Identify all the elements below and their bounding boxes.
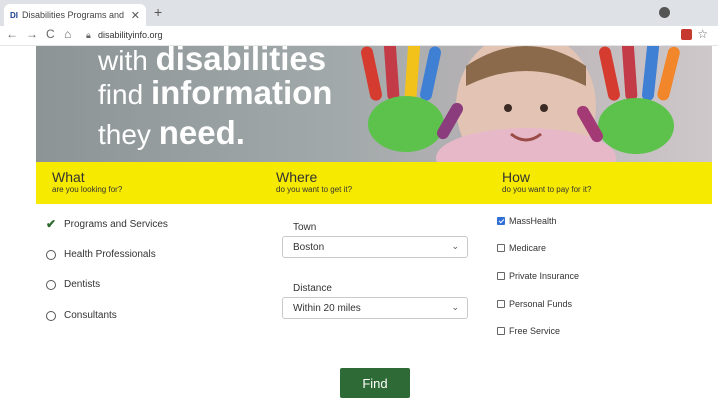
checkmark-icon: ✔ bbox=[46, 217, 57, 231]
radio-button[interactable] bbox=[46, 279, 56, 290]
checkbox-checked[interactable] bbox=[497, 217, 505, 225]
checkbox[interactable] bbox=[497, 244, 505, 252]
how-option-personal-funds[interactable]: Personal Funds bbox=[497, 299, 572, 309]
option-label: Personal Funds bbox=[509, 299, 573, 309]
back-icon[interactable]: ← bbox=[6, 27, 18, 41]
hero-text: they bbox=[98, 119, 159, 150]
distance-select[interactable]: Within 20 miles ⌄ bbox=[282, 297, 468, 319]
option-label: Programs and Services bbox=[64, 218, 168, 230]
profile-icon[interactable] bbox=[659, 7, 670, 18]
hero-text-bold: information bbox=[150, 74, 333, 111]
distance-value: Within 20 miles bbox=[293, 302, 361, 314]
bookmark-star-icon[interactable]: ☆ bbox=[697, 27, 708, 41]
hero-text-bold: need bbox=[158, 114, 236, 151]
close-icon[interactable]: ✕ bbox=[131, 9, 140, 22]
what-option-health-professionals[interactable]: Health Professionals bbox=[46, 249, 156, 260]
find-button[interactable]: Find bbox=[340, 368, 410, 398]
home-icon[interactable]: ⌂ bbox=[64, 27, 71, 41]
how-option-free-service[interactable]: Free Service bbox=[497, 326, 560, 336]
chevron-down-icon: ⌄ bbox=[451, 302, 459, 312]
option-label: Medicare bbox=[509, 243, 547, 253]
hero-text: find bbox=[98, 79, 151, 110]
site-favicon-icon: DI bbox=[10, 10, 18, 20]
reload-icon[interactable]: C bbox=[46, 27, 55, 41]
town-select[interactable]: Boston ⌄ bbox=[282, 236, 468, 258]
extension-icon[interactable] bbox=[681, 29, 692, 40]
option-label: Dentists bbox=[64, 279, 101, 290]
what-option-dentists[interactable]: Dentists bbox=[46, 279, 100, 290]
option-label: Consultants bbox=[64, 310, 117, 321]
what-header: What are you looking for? bbox=[52, 169, 123, 195]
how-header: How do you want to pay for it? bbox=[502, 169, 592, 195]
where-title: Where bbox=[276, 169, 318, 185]
town-value: Boston bbox=[293, 241, 325, 253]
checkbox[interactable] bbox=[497, 272, 505, 280]
town-label: Town bbox=[293, 222, 317, 233]
checkbox[interactable] bbox=[497, 327, 505, 335]
hero-text-period: . bbox=[235, 114, 245, 151]
option-label: Health Professionals bbox=[64, 249, 156, 260]
what-title: What bbox=[52, 169, 85, 185]
what-option-consultants[interactable]: Consultants bbox=[46, 310, 117, 321]
how-option-masshealth[interactable]: MassHealth bbox=[497, 216, 557, 226]
option-label: MassHealth bbox=[509, 216, 557, 226]
how-option-private-insurance[interactable]: Private Insurance bbox=[497, 271, 579, 281]
painted-hands-image bbox=[361, 46, 680, 162]
how-subtitle: do you want to pay for it? bbox=[502, 185, 592, 194]
forward-icon[interactable]: → bbox=[26, 27, 38, 41]
browser-tab[interactable]: DI Disabilities Programs and Services ✕ bbox=[4, 4, 146, 26]
tab-title: Disabilities Programs and Services bbox=[22, 10, 127, 20]
hero-banner: with disabilities find information they … bbox=[36, 46, 712, 162]
new-tab-icon[interactable]: + bbox=[154, 4, 162, 20]
lock-icon: 🔒︎ bbox=[86, 30, 91, 40]
distance-label: Distance bbox=[293, 283, 332, 294]
what-option-programs-services[interactable]: ✔ Programs and Services bbox=[46, 217, 168, 231]
radio-button[interactable] bbox=[46, 249, 56, 260]
how-option-medicare[interactable]: Medicare bbox=[497, 243, 546, 253]
search-criteria-band: What are you looking for? Where do you w… bbox=[36, 162, 712, 204]
chevron-down-icon: ⌄ bbox=[451, 241, 459, 251]
hero-text-bold: disabilities bbox=[155, 46, 327, 77]
where-header: Where do you want to get it? bbox=[276, 169, 353, 195]
hero-text: with bbox=[98, 46, 156, 76]
checkbox[interactable] bbox=[497, 300, 505, 308]
option-label: Free Service bbox=[509, 326, 561, 336]
radio-button[interactable] bbox=[46, 310, 56, 321]
how-title: How bbox=[502, 169, 531, 185]
where-subtitle: do you want to get it? bbox=[276, 185, 353, 194]
hero-line-2: find information bbox=[98, 74, 332, 112]
option-label: Private Insurance bbox=[509, 271, 580, 281]
address-bar: ← → C ⌂ 🔒︎ disabilityinfo.org ☆ bbox=[0, 26, 718, 46]
hero-line-3: they need. bbox=[98, 114, 245, 152]
browser-tabbar: DI Disabilities Programs and Services ✕ … bbox=[0, 0, 718, 26]
url-field[interactable]: disabilityinfo.org bbox=[98, 30, 163, 40]
what-subtitle: are you looking for? bbox=[52, 185, 123, 194]
